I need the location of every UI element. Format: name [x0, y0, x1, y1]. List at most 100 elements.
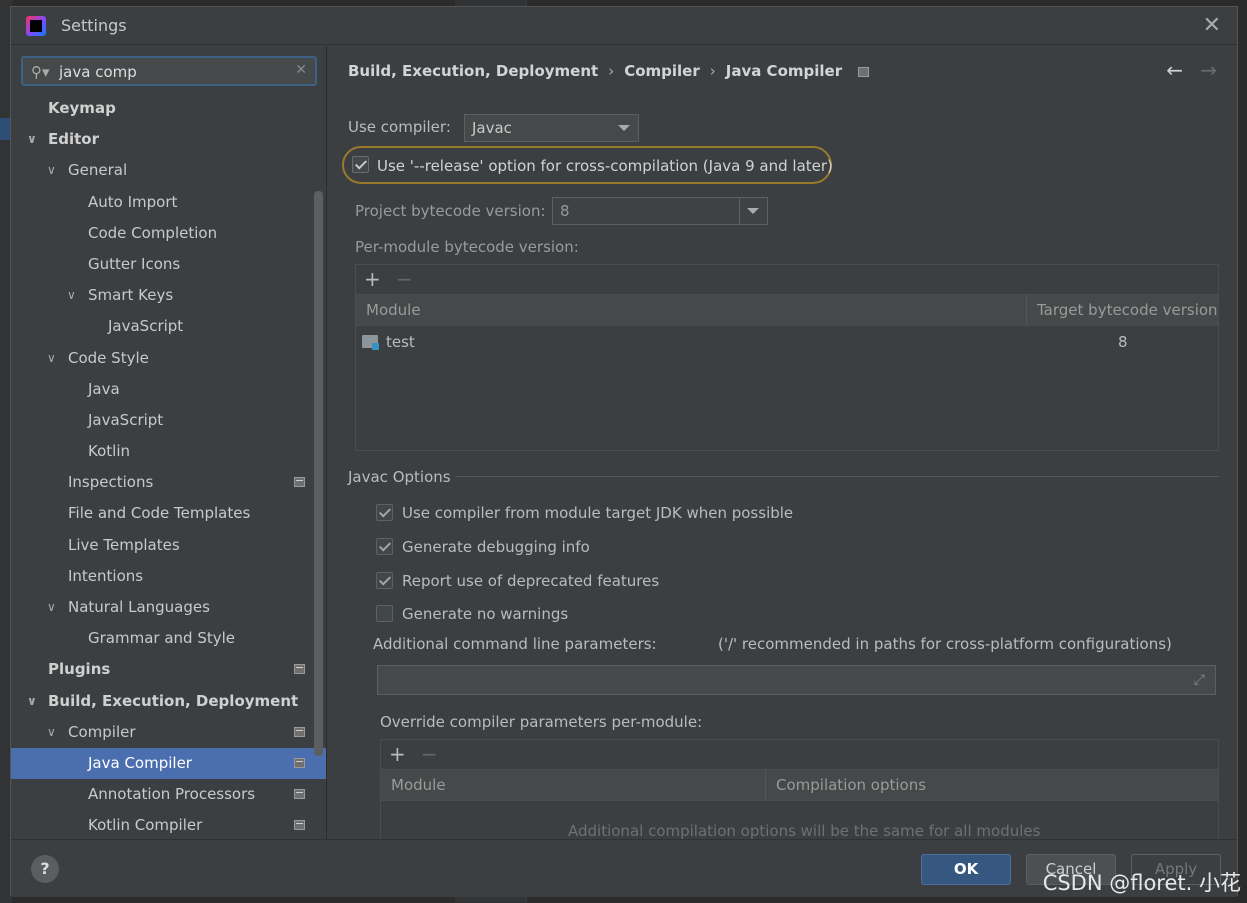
tree-item[interactable]: Intentions: [11, 561, 326, 592]
tree-item[interactable]: JavaScript: [11, 405, 326, 436]
override-params-table: + − Module Compilation options Additiona…: [380, 739, 1219, 839]
project-level-icon: [294, 664, 305, 675]
tree-item-label: Editor: [48, 130, 99, 149]
remove-icon: −: [396, 267, 413, 291]
tree-item[interactable]: ∨ Natural Languages: [11, 592, 326, 623]
tree-item-label: Compiler: [68, 722, 136, 741]
tree-item[interactable]: ∨ Editor: [11, 124, 326, 155]
option-label: Report use of deprecated features: [402, 572, 660, 590]
project-level-icon: [294, 820, 305, 831]
dropdown-arrow-icon: [618, 125, 630, 131]
dropdown-arrow-icon: [747, 208, 759, 214]
option-checkbox-no-warnings[interactable]: [376, 605, 393, 622]
breadcrumb: Build, Execution, Deployment › Compiler › Ja…: [348, 62, 870, 80]
tree-item-label: Smart Keys: [88, 286, 174, 305]
tree-item[interactable]: Gutter Icons: [11, 249, 326, 280]
tree-item[interactable]: Annotation Processors: [11, 779, 326, 810]
tree-item[interactable]: ∨ General: [11, 155, 326, 186]
breadcrumb-item[interactable]: Build, Execution, Deployment: [348, 62, 598, 80]
chevron-down-icon[interactable]: ∨: [67, 280, 76, 311]
breadcrumb-separator-icon: ›: [709, 62, 716, 80]
tree-item-label: Build, Execution, Deployment: [48, 691, 299, 710]
tree-item[interactable]: Java Compiler: [11, 747, 326, 780]
breadcrumb-item[interactable]: Compiler: [624, 62, 700, 80]
column-module[interactable]: Module: [391, 770, 446, 801]
tree-item[interactable]: Code Completion: [11, 218, 326, 249]
option-checkbox-deprecated[interactable]: [376, 572, 393, 589]
tree-item[interactable]: JavaScript: [11, 311, 326, 342]
tree-item[interactable]: Keymap: [11, 93, 326, 124]
chevron-down-icon[interactable]: ∨: [27, 124, 37, 155]
tree-item-label: Intentions: [68, 566, 144, 585]
tree-item[interactable]: Kotlin: [11, 436, 326, 467]
tree-item[interactable]: Kotlin Compiler: [11, 810, 326, 839]
compiler-select[interactable]: Javac: [464, 114, 639, 142]
tree-item[interactable]: ∨ Compiler: [11, 717, 326, 748]
search-icon[interactable]: ⚲▾: [31, 63, 50, 81]
option-label: Generate debugging info: [402, 538, 590, 556]
title-bar: Settings ✕: [11, 7, 1237, 45]
tree-item[interactable]: Live Templates: [11, 530, 326, 561]
tree-item[interactable]: Java: [11, 374, 326, 405]
project-level-icon: [294, 726, 305, 737]
tree-item[interactable]: Inspections: [11, 467, 326, 498]
table-header: Module Compilation options: [381, 770, 1218, 801]
clear-search-icon[interactable]: ✕: [295, 62, 307, 78]
tree-item[interactable]: ∨ Build, Execution, Deployment: [11, 686, 326, 717]
release-option-label: Use '--release' option for cross-compila…: [377, 157, 833, 175]
table-row[interactable]: test 8: [356, 327, 1218, 357]
settings-search[interactable]: ⚲▾ ✕: [21, 56, 317, 86]
table-toolbar: + −: [356, 265, 1218, 295]
release-option-checkbox[interactable]: [352, 156, 369, 173]
tree-item-label: JavaScript: [88, 410, 164, 429]
tree-item-label: Annotation Processors: [88, 785, 256, 804]
intellij-app-icon: [26, 16, 46, 36]
column-compilation-options[interactable]: Compilation options: [776, 770, 926, 801]
breadcrumb-item: Java Compiler: [725, 62, 843, 80]
column-module[interactable]: Module: [366, 295, 421, 326]
settings-content: Build, Execution, Deployment › Compiler › Ja…: [328, 46, 1237, 839]
chevron-down-icon[interactable]: ∨: [27, 686, 37, 717]
tree-item[interactable]: Plugins: [11, 654, 326, 685]
tree-item-label: JavaScript: [108, 317, 184, 336]
tree-item[interactable]: File and Code Templates: [11, 498, 326, 529]
bytecode-version-label: Project bytecode version:: [355, 202, 546, 220]
chevron-down-icon[interactable]: ∨: [47, 155, 56, 186]
expand-icon[interactable]: ⤢: [1194, 672, 1205, 688]
tree-item[interactable]: Auto Import: [11, 187, 326, 218]
column-separator: [1026, 295, 1027, 325]
tree-item-label: Java Compiler: [88, 753, 192, 772]
bytecode-dropdown-button[interactable]: [739, 198, 767, 224]
chevron-down-icon[interactable]: ∨: [47, 343, 56, 374]
close-icon[interactable]: ✕: [1203, 13, 1221, 38]
add-icon[interactable]: +: [364, 267, 381, 291]
ok-button[interactable]: OK: [921, 854, 1011, 885]
additional-params-field[interactable]: ⤢: [377, 665, 1216, 695]
bytecode-version-value: 8: [560, 202, 570, 220]
help-button[interactable]: ?: [31, 855, 59, 883]
column-target-version[interactable]: Target bytecode version: [1037, 295, 1218, 326]
back-arrow-icon[interactable]: ←: [1166, 58, 1183, 82]
bytecode-version-select[interactable]: 8: [552, 197, 768, 225]
sidebar-scrollbar[interactable]: [314, 191, 323, 756]
javac-options-title: Javac Options: [348, 468, 451, 486]
option-label: Use compiler from module target JDK when…: [402, 504, 794, 522]
section-divider: [456, 476, 1219, 477]
per-module-label: Per-module bytecode version:: [355, 238, 579, 256]
chevron-down-icon[interactable]: ∨: [47, 592, 56, 623]
search-input[interactable]: [59, 61, 279, 83]
tree-item[interactable]: ∨ Code Style: [11, 343, 326, 374]
empty-table-text: Additional compilation options will be t…: [568, 822, 1041, 839]
breadcrumb-separator-icon: ›: [608, 62, 615, 80]
chevron-down-icon[interactable]: ∨: [47, 717, 56, 748]
project-level-icon: [858, 66, 870, 77]
tree-item-label: Natural Languages: [68, 598, 210, 616]
add-icon[interactable]: +: [389, 742, 406, 766]
tree-item-label: Kotlin Compiler: [88, 816, 203, 835]
module-target-version: 8: [1118, 333, 1128, 351]
option-checkbox-debug-info[interactable]: [376, 538, 393, 555]
option-checkbox-target-jdk[interactable]: [376, 504, 393, 521]
additional-params-hint: ('/' recommended in paths for cross-plat…: [718, 635, 1172, 653]
tree-item[interactable]: Grammar and Style: [11, 623, 326, 654]
tree-item[interactable]: ∨ Smart Keys: [11, 280, 326, 311]
